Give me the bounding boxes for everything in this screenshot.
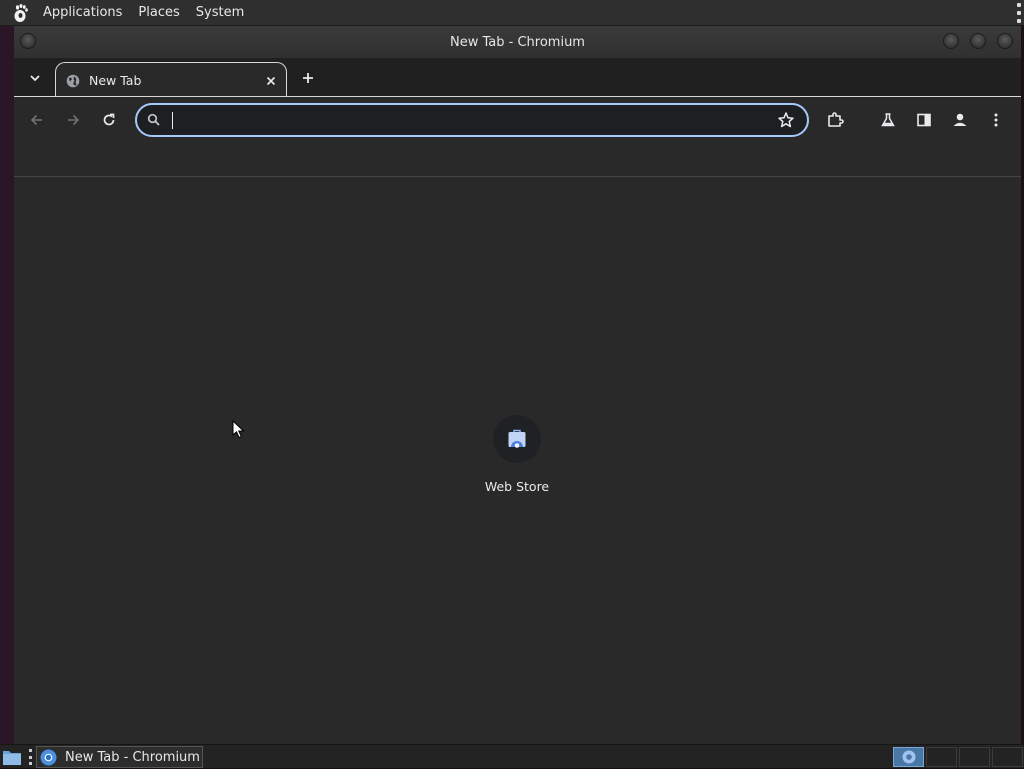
maximize-button[interactable] (970, 33, 986, 49)
shortcut-label: Web Store (484, 479, 550, 494)
forward-button[interactable] (61, 108, 85, 132)
back-button[interactable] (25, 108, 49, 132)
places-menu[interactable]: Places (130, 5, 187, 20)
extensions-button[interactable] (823, 108, 847, 132)
panel-handle-icon[interactable] (1016, 3, 1022, 23)
workspace-2[interactable] (926, 747, 957, 767)
search-icon (147, 113, 160, 126)
shortcut-web-store[interactable]: Web Store (467, 415, 567, 495)
gnome-foot-icon[interactable] (10, 2, 32, 24)
reload-button[interactable] (97, 108, 121, 132)
profile-icon (953, 113, 967, 126)
bottom-panel: New Tab - Chromium (0, 744, 1024, 768)
web-store-icon (493, 415, 541, 463)
bookmark-star-icon[interactable] (777, 111, 795, 129)
new-tab-page: Web Store (14, 177, 1021, 744)
system-menu[interactable]: System (188, 5, 252, 20)
menu-kebab-icon (994, 113, 998, 127)
close-window-button[interactable] (997, 33, 1013, 49)
mouse-pointer-icon (232, 420, 245, 439)
show-desktop-icon[interactable] (2, 747, 22, 766)
labs-button[interactable] (876, 108, 900, 132)
window-title: New Tab - Chromium (450, 34, 585, 50)
window-menu-button[interactable] (20, 33, 36, 49)
chromium-mini-icon (902, 750, 916, 764)
browser-window: New Tab - Chromium New Tab Web Store (14, 26, 1021, 744)
applications-menu[interactable]: Applications (35, 5, 130, 20)
menu-button[interactable] (984, 108, 1008, 132)
side-panel-button[interactable] (912, 108, 936, 132)
taskbar-item-label: New Tab - Chromium (65, 749, 200, 765)
profile-button[interactable] (948, 108, 972, 132)
labs-flask-icon (881, 113, 895, 127)
top-panel: Applications Places System (0, 0, 1024, 26)
text-caret (172, 112, 173, 129)
workspace-3[interactable] (959, 747, 990, 767)
chevron-down-icon (30, 75, 40, 82)
tab-new-tab[interactable]: New Tab (55, 62, 287, 98)
tab-title: New Tab (89, 73, 142, 88)
workspace-4[interactable] (992, 747, 1023, 767)
globe-icon (65, 73, 81, 89)
new-tab-button[interactable] (297, 67, 319, 89)
workspace-1[interactable] (893, 747, 924, 767)
toolbar (14, 96, 1021, 142)
panel-handle-icon[interactable] (27, 749, 33, 765)
reload-icon (103, 113, 115, 126)
tab-strip: New Tab (14, 58, 1021, 98)
address-input[interactable] (171, 108, 761, 132)
tab-search-button[interactable] (25, 68, 45, 88)
bookmarks-bar (14, 142, 1021, 177)
minimize-button[interactable] (943, 33, 959, 49)
forward-icon (68, 114, 80, 126)
window-titlebar[interactable]: New Tab - Chromium (14, 26, 1021, 58)
chromium-icon (40, 749, 57, 765)
plus-icon (303, 73, 313, 83)
extensions-icon (828, 112, 844, 127)
back-icon (30, 114, 42, 126)
taskbar-item-chromium[interactable]: New Tab - Chromium (36, 746, 203, 768)
close-icon[interactable] (262, 72, 280, 90)
omnibox[interactable] (135, 103, 809, 137)
side-panel-icon (917, 113, 931, 127)
desktop-background (0, 26, 14, 744)
